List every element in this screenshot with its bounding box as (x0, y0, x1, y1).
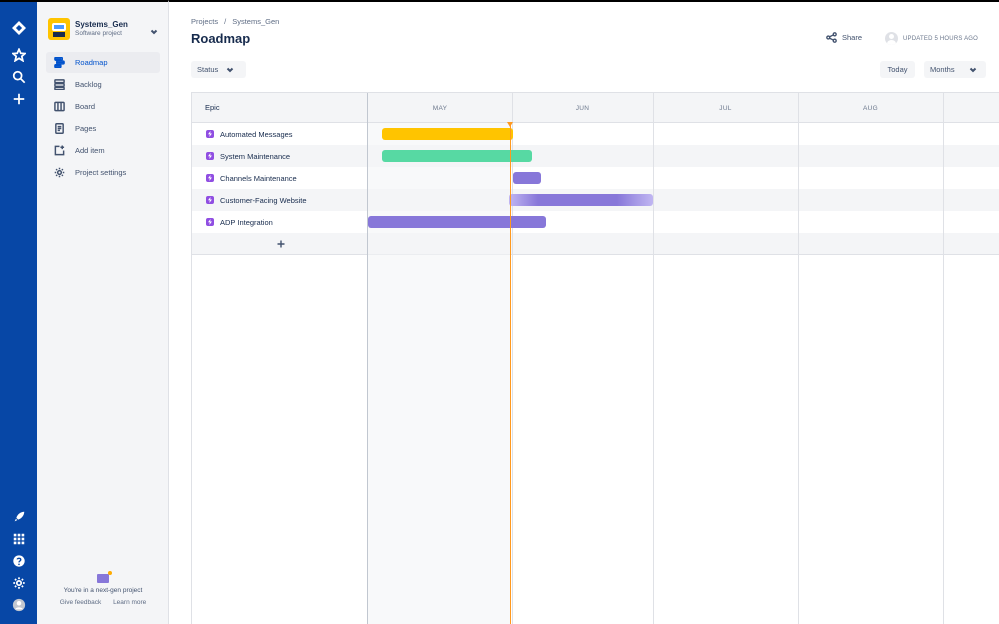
board-icon (53, 101, 65, 113)
today-label: Today (887, 65, 908, 74)
next-gen-notice: You're in a next-gen project Give feedba… (37, 571, 169, 606)
app-switcher-icon[interactable] (8, 528, 29, 549)
roadmap-grid: Epic Automated Messages System Maintenan… (191, 92, 999, 624)
jira-logo-icon[interactable] (8, 17, 29, 38)
breadcrumb-project[interactable]: Systems_Gen (232, 17, 279, 26)
epic-name: Customer-Facing Website (220, 195, 307, 205)
search-icon[interactable] (8, 66, 29, 87)
status-filter-dropdown[interactable]: Status (191, 61, 246, 78)
today-button[interactable]: Today (880, 61, 915, 78)
epic-bar-adp-integration[interactable] (368, 216, 546, 228)
epic-name: ADP Integration (220, 217, 273, 227)
gear-icon (53, 167, 65, 179)
epic-lightning-icon (206, 218, 214, 226)
month-label-may: MAY (432, 104, 448, 112)
project-switcher[interactable]: Systems_Gen Software project (48, 16, 160, 42)
months-dropdown[interactable]: Months (924, 61, 986, 78)
plus-icon (277, 240, 284, 248)
global-navigation (0, 0, 37, 624)
month-label-jun: JUN (575, 104, 590, 112)
star-icon[interactable] (8, 44, 29, 65)
give-feedback-link[interactable]: Give feedback (60, 599, 102, 606)
project-sidebar: Systems_Gen Software project Roadmap Bac… (37, 0, 169, 624)
plus-icon[interactable] (8, 88, 29, 109)
epic-lightning-icon (206, 174, 214, 182)
page-title: Roadmap (191, 31, 251, 46)
profile-avatar-icon[interactable] (8, 594, 29, 615)
breadcrumb: Projects / Systems_Gen (191, 17, 280, 26)
user-avatar (885, 32, 898, 45)
sidebar-item-label: Pages (75, 124, 97, 133)
sidebar-item-pages[interactable]: Pages (46, 118, 160, 139)
month-label-jul: JUL (719, 104, 732, 112)
chevron-down-icon[interactable] (150, 23, 158, 35)
epic-row[interactable]: Customer-Facing Website (192, 189, 367, 211)
sidebar-item-roadmap[interactable]: Roadmap (46, 52, 160, 73)
main-content: Projects / Systems_Gen Roadmap Share UPDAT… (169, 0, 999, 624)
month-divider (653, 93, 654, 624)
roadmap-icon (53, 57, 65, 69)
sidebar-item-backlog[interactable]: Backlog (46, 74, 160, 95)
pages-icon (53, 123, 65, 135)
share-label: Share (842, 33, 863, 42)
epic-lightning-icon (206, 130, 214, 138)
project-avatar (48, 18, 70, 40)
learn-more-link[interactable]: Learn more (113, 599, 146, 606)
next-gen-text: You're in a next-gen project (63, 587, 143, 594)
settings-icon[interactable] (8, 572, 29, 593)
project-type: Software project (75, 30, 122, 37)
sidebar-item-board[interactable]: Board (46, 96, 160, 117)
share-icon (826, 32, 837, 43)
backlog-icon (53, 79, 65, 91)
timeline: MAY JUN JUL AUG (368, 93, 999, 624)
sidebar-item-project-settings[interactable]: Project settings (46, 162, 160, 183)
chevron-down-icon (227, 67, 234, 72)
epic-row[interactable]: Automated Messages (192, 123, 367, 145)
months-label: Months (930, 65, 955, 74)
epic-name: Automated Messages (220, 129, 293, 139)
month-divider (798, 93, 799, 624)
sidebar-item-label: Board (75, 102, 96, 111)
help-icon[interactable] (8, 550, 29, 571)
sidebar-item-label: Backlog (75, 80, 102, 89)
epic-row[interactable]: Channels Maintenance (192, 167, 367, 189)
epic-row[interactable]: System Maintenance (192, 145, 367, 167)
updated-label: UPDATED 5 HOURS AGO (903, 35, 979, 42)
epic-column: Epic Automated Messages System Maintenan… (192, 93, 368, 624)
sidebar-item-add-item[interactable]: Add item (46, 140, 160, 161)
updated-status: UPDATED 5 HOURS AGO (885, 32, 978, 45)
today-marker-icon (507, 122, 513, 127)
status-filter-label: Status (197, 65, 219, 74)
past-period-shade (368, 123, 511, 624)
epic-name: System Maintenance (220, 151, 291, 161)
add-epic-button[interactable] (192, 233, 367, 255)
sidebar-item-label: Add item (75, 146, 105, 155)
rocket-icon[interactable] (8, 506, 29, 527)
epic-lightning-icon (206, 196, 214, 204)
epic-lightning-icon (206, 152, 214, 160)
month-divider (943, 93, 944, 624)
next-gen-icon (97, 571, 112, 583)
epic-row[interactable]: ADP Integration (192, 211, 367, 233)
epic-bar-channels-maintenance[interactable] (513, 172, 541, 184)
today-line (510, 123, 511, 624)
breadcrumb-projects[interactable]: Projects (191, 17, 218, 26)
month-label-aug: AUG (863, 104, 878, 112)
epic-bar-automated-messages[interactable] (382, 128, 513, 140)
epic-bar-customer-facing-website[interactable] (509, 194, 653, 206)
epic-name: Channels Maintenance (220, 173, 297, 183)
sidebar-item-label: Project settings (75, 168, 127, 177)
add-item-icon (53, 145, 65, 157)
project-name: Systems_Gen (75, 20, 128, 29)
epic-column-header: Epic (192, 93, 367, 123)
chevron-down-icon (969, 67, 976, 72)
share-button[interactable]: Share (826, 32, 862, 43)
sidebar-item-label: Roadmap (75, 58, 108, 67)
